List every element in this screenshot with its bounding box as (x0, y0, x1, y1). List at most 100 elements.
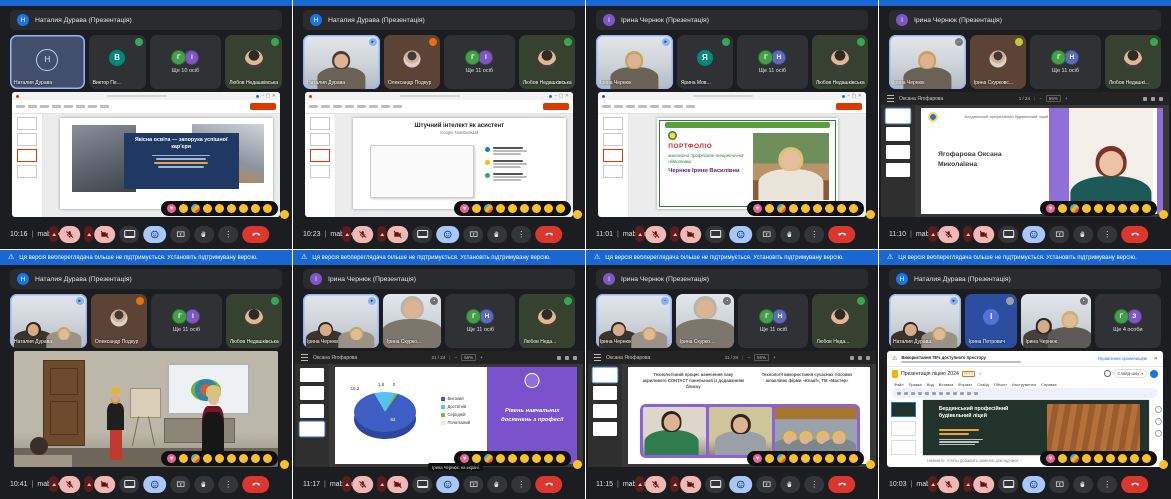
leave-call-button[interactable] (535, 476, 562, 493)
clap-reaction[interactable] (203, 204, 212, 213)
raise-hand-button[interactable] (1073, 476, 1093, 493)
thumbs-up-reaction[interactable] (472, 204, 481, 213)
thumbs-down-reaction[interactable] (1142, 454, 1151, 463)
slide-thumbnail[interactable] (310, 117, 330, 130)
thinking-reaction[interactable] (837, 204, 846, 213)
clap-reaction[interactable] (1082, 204, 1091, 213)
participant-tile-more[interactable]: ГЗЩе 4 особи (1095, 294, 1161, 348)
star-icon[interactable]: ☆ (978, 371, 982, 377)
menu-item-2[interactable]: Вид (927, 382, 934, 387)
cry-reaction[interactable] (1118, 204, 1127, 213)
mic-muted-button[interactable] (352, 476, 373, 493)
raise-hand-button[interactable] (487, 476, 507, 493)
mic-muted-button-options-chevron[interactable] (928, 226, 937, 242)
participant-tile-more[interactable]: ГІЩе 11 осіб (151, 294, 222, 348)
camera-muted-button[interactable] (94, 226, 115, 243)
thumbs-down-reaction[interactable] (263, 454, 272, 463)
leave-call-button[interactable] (1121, 476, 1148, 493)
present-screen-button[interactable] (756, 226, 776, 243)
zoom-out-icon[interactable]: − (454, 355, 457, 360)
page-thumbnail[interactable] (593, 386, 617, 400)
page-thumbnail[interactable] (593, 404, 617, 418)
thinking-reaction[interactable] (544, 454, 553, 463)
print-icon[interactable] (1143, 97, 1147, 101)
party-reaction[interactable] (777, 204, 786, 213)
clap-reaction[interactable] (496, 454, 505, 463)
slideshow-button[interactable]: Слайд-шоу▾ (1114, 369, 1147, 378)
cry-reaction[interactable] (825, 204, 834, 213)
participant-tile-more[interactable]: ГНЩе 11 осіб (1030, 35, 1101, 89)
slide-thumbnail[interactable] (603, 133, 623, 146)
slide-thumbnail[interactable] (891, 402, 916, 417)
page-thumbnail[interactable] (300, 386, 324, 400)
more-options-button[interactable]: ⋮ (511, 476, 531, 493)
clap-reaction[interactable] (1082, 454, 1091, 463)
thumbs-up-reaction[interactable] (179, 204, 188, 213)
mic-muted-button-options-chevron[interactable] (635, 226, 644, 242)
manage-storage-link[interactable]: Управление хранилищем (1098, 356, 1147, 361)
thinking-reaction[interactable] (544, 204, 553, 213)
camera-muted-button-options-chevron[interactable] (670, 476, 679, 492)
clap-reaction[interactable] (496, 204, 505, 213)
captions-button[interactable] (119, 226, 139, 243)
raise-hand-button[interactable] (194, 476, 214, 493)
joy-reaction[interactable] (215, 204, 224, 213)
party-reaction[interactable] (484, 204, 493, 213)
clap-reaction[interactable] (789, 204, 798, 213)
slide-thumbnail[interactable] (603, 165, 623, 178)
heart-reaction[interactable]: ♥ (753, 204, 762, 213)
print-icon[interactable] (557, 356, 561, 360)
hand-reaction[interactable] (280, 460, 289, 469)
participant-tile-Ірина-Скурко---[interactable]: Ірина Скурко...▪ (383, 294, 441, 348)
participant-tile-Любов-Недашківська[interactable]: Любов Недашківська (812, 35, 868, 89)
surprise-reaction[interactable] (1106, 454, 1115, 463)
hand-reaction[interactable] (573, 460, 582, 469)
mic-muted-button[interactable] (645, 476, 666, 493)
cry-reaction[interactable] (239, 204, 248, 213)
surprise-reaction[interactable] (227, 204, 236, 213)
camera-muted-button-options-chevron[interactable] (84, 226, 93, 242)
mic-muted-button[interactable] (938, 476, 959, 493)
camera-muted-button-options-chevron[interactable] (963, 476, 972, 492)
surprise-reaction[interactable] (520, 454, 529, 463)
menu-item-6[interactable]: Объект (994, 382, 1007, 387)
cry-reaction[interactable] (239, 454, 248, 463)
download-icon[interactable] (858, 356, 862, 360)
reactions-button[interactable] (436, 476, 459, 493)
participant-tile-more[interactable]: ГНЩе 11 осіб (737, 35, 808, 89)
leave-call-button[interactable] (242, 226, 269, 243)
thumbs-up-reaction[interactable] (1058, 454, 1067, 463)
hand-reaction[interactable] (1159, 210, 1168, 219)
captions-button[interactable] (412, 226, 432, 243)
camera-muted-button-options-chevron[interactable] (377, 226, 386, 242)
mic-muted-button-options-chevron[interactable] (342, 476, 351, 492)
participant-tile-more[interactable]: ГНЩе 11 осіб (738, 294, 808, 348)
mic-muted-button-options-chevron[interactable] (635, 476, 644, 492)
hand-reaction[interactable] (866, 210, 875, 219)
participant-tile-more[interactable]: ГНЩе 11 осіб (445, 294, 515, 348)
thumbs-down-reaction[interactable] (556, 204, 565, 213)
mic-muted-button[interactable] (645, 226, 666, 243)
party-reaction[interactable] (191, 204, 200, 213)
zoom-out-icon[interactable]: − (747, 355, 750, 360)
zoom-in-icon[interactable]: + (480, 355, 483, 360)
thumbs-down-reaction[interactable] (1142, 204, 1151, 213)
camera-muted-button[interactable] (387, 476, 408, 493)
page-thumbnail[interactable] (300, 422, 324, 436)
thumbs-up-reaction[interactable] (765, 454, 774, 463)
share-button[interactable] (1150, 370, 1158, 378)
mic-muted-button-options-chevron[interactable] (928, 476, 937, 492)
reactions-button[interactable] (143, 226, 166, 243)
leave-call-button[interactable] (535, 226, 562, 243)
joy-reaction[interactable] (801, 204, 810, 213)
thumbs-up-reaction[interactable] (765, 204, 774, 213)
thumbs-up-reaction[interactable] (179, 454, 188, 463)
surprise-reaction[interactable] (813, 204, 822, 213)
thinking-reaction[interactable] (251, 454, 260, 463)
present-screen-button[interactable] (170, 476, 190, 493)
more-options-button[interactable]: ⋮ (1097, 476, 1117, 493)
surprise-reaction[interactable] (520, 204, 529, 213)
camera-muted-button[interactable] (973, 226, 994, 243)
captions-button[interactable] (998, 226, 1018, 243)
page-thumbnail[interactable] (886, 145, 910, 159)
